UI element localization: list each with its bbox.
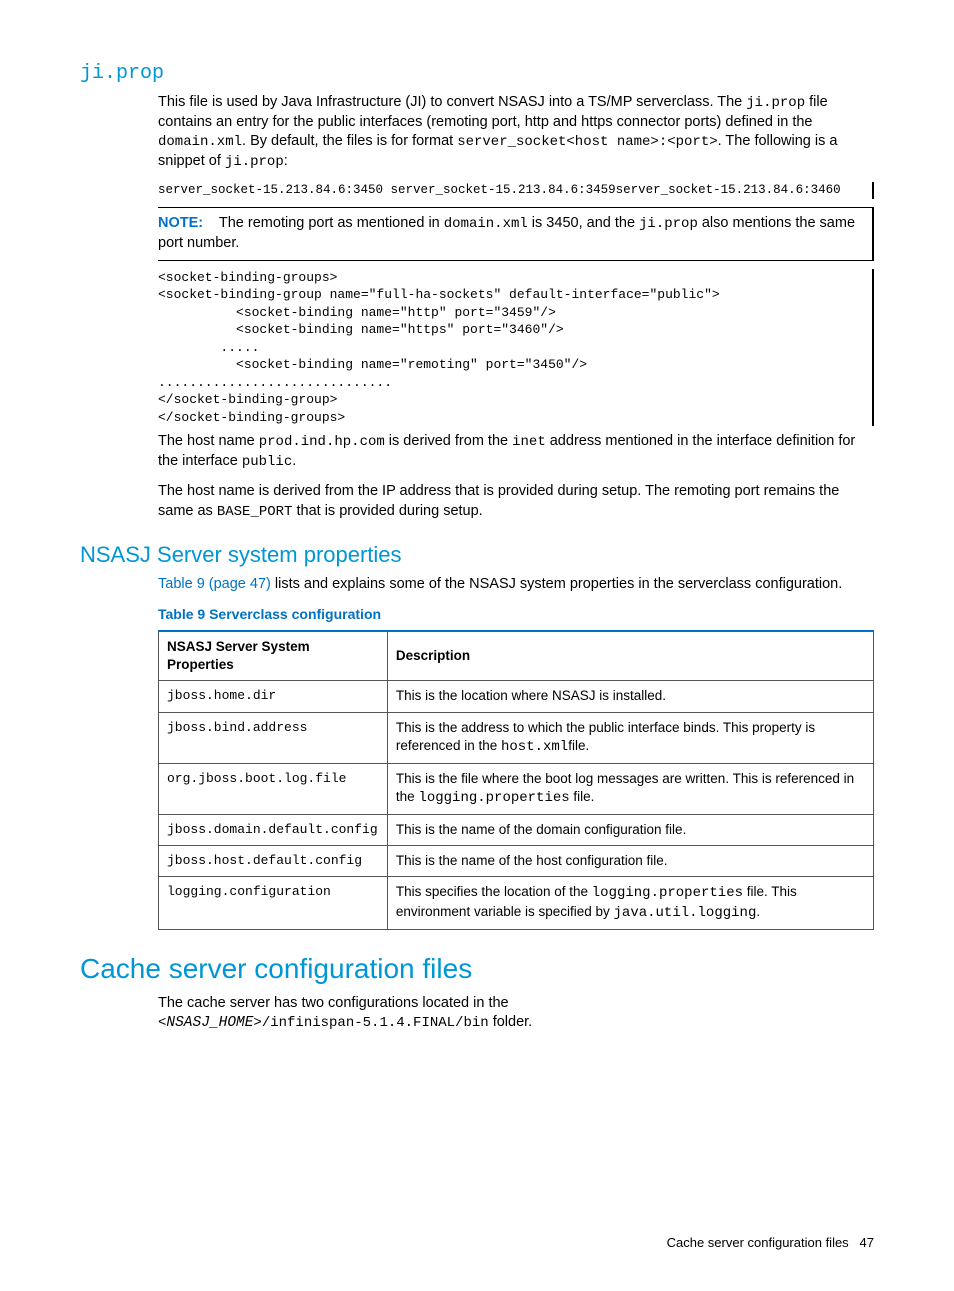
para-cache-intro: The cache server has two configurations … xyxy=(158,994,874,1034)
code-snippet-jiprop: server_socket-15.213.84.6:3450 server_so… xyxy=(158,182,874,199)
table-header-row: NSASJ Server System Properties Descripti… xyxy=(159,631,874,681)
cell-desc: This is the location where NSASJ is inst… xyxy=(387,681,873,712)
th-desc: Description xyxy=(387,631,873,681)
code-inline: ji.prop xyxy=(225,154,284,170)
table-serverclass-config: NSASJ Server System Properties Descripti… xyxy=(158,630,874,930)
text: . By default, the files is for format xyxy=(242,133,457,149)
note-block: NOTE: The remoting port as mentioned in … xyxy=(158,207,874,260)
text: The remoting port as mentioned in xyxy=(219,215,444,231)
text: that is provided during setup. xyxy=(292,503,482,519)
footer-text: Cache server configuration files xyxy=(667,1235,849,1250)
heading-nsasj-props: NSASJ Server system properties xyxy=(80,540,874,570)
text: This file is used by Java Infrastructure… xyxy=(158,94,746,110)
text: file. xyxy=(568,738,589,753)
text: The cache server has two configurations … xyxy=(158,995,509,1011)
para-baseport: The host name is derived from the IP add… xyxy=(158,482,874,521)
table-row: org.jboss.boot.log.file This is the file… xyxy=(159,763,874,814)
cell-prop: org.jboss.boot.log.file xyxy=(159,763,388,814)
cell-desc: This is the file where the boot log mess… xyxy=(387,763,873,814)
table-caption: Table 9 Serverclass configuration xyxy=(158,605,874,624)
code-inline: inet xyxy=(512,434,546,450)
text: lists and explains some of the NSASJ sys… xyxy=(271,576,842,592)
text: is 3450, and the xyxy=(528,215,639,231)
cell-desc: This is the address to which the public … xyxy=(387,712,873,763)
cell-prop: jboss.bind.address xyxy=(159,712,388,763)
th-props: NSASJ Server System Properties xyxy=(159,631,388,681)
text: : xyxy=(284,153,288,169)
code-inline: logging.properties xyxy=(418,790,569,806)
code-inline: domain.xml xyxy=(444,216,528,232)
text: is derived from the xyxy=(385,433,512,449)
para-hostname: The host name prod.ind.hp.com is derived… xyxy=(158,432,874,472)
heading-cache-server: Cache server configuration files xyxy=(80,950,874,988)
table-row: jboss.host.default.config This is the na… xyxy=(159,845,874,876)
code-inline: public xyxy=(242,454,292,470)
code-inline: domain.xml xyxy=(158,134,242,150)
code-inline: ji.prop xyxy=(746,95,805,111)
cell-desc: This is the name of the host configurati… xyxy=(387,845,873,876)
code-inline: ji.prop xyxy=(639,216,698,232)
heading-ji-prop: ji.prop xyxy=(80,60,874,87)
cell-prop: jboss.home.dir xyxy=(159,681,388,712)
text: This is the address to which the public … xyxy=(396,720,815,753)
cell-prop: jboss.domain.default.config xyxy=(159,814,388,845)
text: The host name xyxy=(158,433,259,449)
cell-prop: jboss.host.default.config xyxy=(159,845,388,876)
code-inline: prod.ind.hp.com xyxy=(259,434,385,450)
link-table9[interactable]: Table 9 (page 47) xyxy=(158,576,271,592)
cell-desc: This specifies the location of the loggi… xyxy=(387,877,873,930)
code-inline: BASE_PORT xyxy=(217,504,293,520)
cell-desc: This is the name of the domain configura… xyxy=(387,814,873,845)
code-inline-italic: NSASJ_HOME xyxy=(166,1015,253,1031)
text: This specifies the location of the xyxy=(396,884,592,899)
cell-prop: logging.configuration xyxy=(159,877,388,930)
para-jiprop-intro: This file is used by Java Infrastructure… xyxy=(158,93,874,172)
code-inline: host.xml xyxy=(501,739,568,755)
page-footer: Cache server configuration files 47 xyxy=(80,1234,874,1252)
text: This is the name of the host configurati… xyxy=(396,853,668,868)
text: file. xyxy=(570,789,595,804)
table-row: logging.configuration This specifies the… xyxy=(159,877,874,930)
text: . xyxy=(292,453,296,469)
code-inline: logging.properties xyxy=(592,885,743,901)
text: This is the location where NSASJ is inst… xyxy=(396,688,666,703)
table-row: jboss.home.dir This is the location wher… xyxy=(159,681,874,712)
table-row: jboss.bind.address This is the address t… xyxy=(159,712,874,763)
code-inline: >/infinispan-5.1.4.FINAL/bin xyxy=(253,1015,488,1031)
text: . xyxy=(756,904,760,919)
page-number: 47 xyxy=(860,1235,874,1250)
note-label: NOTE: xyxy=(158,215,203,231)
text: folder. xyxy=(489,1014,533,1030)
para-nsasj-intro: Table 9 (page 47) lists and explains som… xyxy=(158,575,874,595)
code-inline: java.util.logging xyxy=(614,905,757,921)
code-snippet-socket-binding: <socket-binding-groups> <socket-binding-… xyxy=(158,269,874,427)
text: This is the name of the domain configura… xyxy=(396,822,686,837)
code-inline: server_socket<host name>:<port> xyxy=(457,134,717,150)
table-row: jboss.domain.default.config This is the … xyxy=(159,814,874,845)
